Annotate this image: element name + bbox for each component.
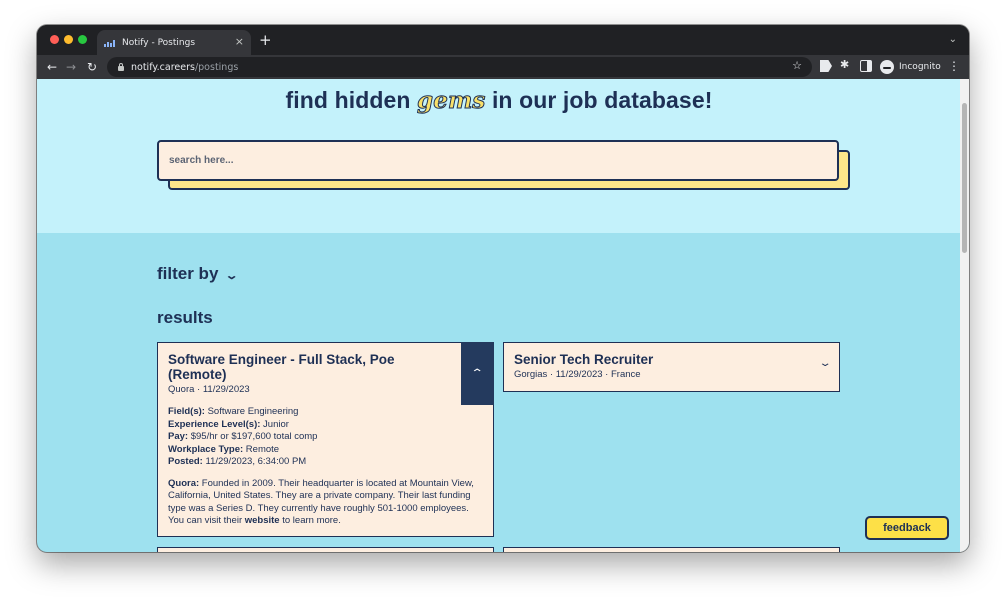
window-close-button[interactable] — [50, 35, 59, 44]
browser-menu-icon[interactable]: ⋮ — [948, 59, 960, 73]
url-domain: notify.careers — [131, 61, 195, 73]
headline-highlight-gems: gems — [417, 87, 486, 115]
job-meta: Quora · 11/29/2023 — [168, 384, 250, 395]
incognito-icon — [880, 60, 894, 74]
chevron-down-icon[interactable]: ⌄ — [818, 358, 831, 369]
browser-window: Notify - Postings × + ⌄ ← → ↻ notify.car… — [37, 25, 969, 552]
tab-title: Notify - Postings — [122, 37, 196, 48]
tab-strip: Notify - Postings × + ⌄ — [37, 25, 969, 55]
results-section: filter by ⌄ results Software Engineer - … — [37, 233, 969, 552]
page-headline: find hidden gems in our job database! — [37, 87, 961, 115]
detail-row: Posted: 11/29/2023, 6:34:00 PM — [168, 456, 483, 469]
search-input[interactable] — [157, 140, 839, 181]
detail-label: Field(s): — [168, 406, 205, 417]
tag-extension-icon[interactable] — [820, 60, 832, 72]
bookmark-star-icon[interactable]: ☆ — [792, 59, 802, 72]
window-maximize-button[interactable] — [78, 35, 87, 44]
incognito-profile-button[interactable]: Incognito — [880, 58, 941, 76]
job-card-software-engineer: Software Engineer - Full Stack, Poe (Rem… — [157, 342, 494, 537]
detail-value: Remote — [245, 443, 280, 455]
detail-value: $95/hr or $197,600 total comp — [190, 431, 318, 442]
forward-icon[interactable]: → — [62, 58, 80, 76]
job-card-next-right[interactable] — [503, 547, 840, 552]
results-heading: results — [157, 308, 213, 327]
headline-text-start: find hidden — [285, 87, 418, 113]
detail-value: Junior — [263, 418, 289, 430]
job-title: Software Engineer - Full Stack, Poe (Rem… — [168, 352, 395, 382]
company-label: Quora: — [168, 477, 200, 489]
filter-by-toggle[interactable]: filter by ⌄ — [157, 264, 239, 284]
feedback-button[interactable]: feedback — [865, 516, 949, 540]
side-panel-icon[interactable] — [860, 60, 872, 72]
window-minimize-button[interactable] — [64, 35, 73, 44]
tab-search-icon[interactable]: ⌄ — [949, 34, 957, 45]
address-bar[interactable]: notify.careers/postings ☆ — [107, 57, 812, 77]
company-website-link[interactable]: website — [245, 515, 280, 526]
browser-toolbar: ← → ↻ notify.careers/postings ☆ ✱ Incogn… — [37, 55, 969, 79]
incognito-label: Incognito — [899, 62, 941, 72]
company-description: Quora: Founded in 2009. Their headquarte… — [168, 478, 483, 528]
reload-icon[interactable]: ↻ — [83, 58, 101, 76]
notify-favicon-icon — [104, 39, 116, 47]
chevron-down-icon: ⌄ — [225, 269, 239, 282]
url-path: /postings — [194, 61, 239, 73]
detail-value: Software Engineering — [207, 406, 299, 417]
detail-label: Experience Level(s): — [168, 418, 261, 430]
job-card-senior-tech-recruiter[interactable]: Senior Tech Recruiter Gorgias · 11/29/20… — [503, 342, 840, 392]
detail-value: 11/29/2023, 6:34:00 PM — [205, 456, 307, 467]
detail-row: Experience Level(s): Junior — [168, 419, 483, 432]
job-title: Senior Tech Recruiter — [514, 352, 654, 367]
job-card-next-left[interactable] — [157, 547, 494, 552]
detail-row: Pay: $95/hr or $197,600 total comp — [168, 431, 483, 444]
page-viewport: find hidden gems in our job database! fi… — [37, 79, 969, 552]
detail-label: Workplace Type: — [168, 443, 244, 455]
new-tab-button[interactable]: + — [259, 32, 272, 48]
chevron-up-icon: ⌃ — [470, 368, 485, 379]
filter-by-label: filter by — [157, 264, 219, 283]
job-details: Field(s): Software Engineering Experienc… — [168, 406, 483, 469]
scrollbar-thumb[interactable] — [962, 103, 967, 253]
back-icon[interactable]: ← — [43, 58, 61, 76]
page-scrollbar[interactable] — [960, 79, 969, 552]
lock-icon[interactable] — [117, 63, 125, 71]
tab-notify-postings[interactable]: Notify - Postings × — [97, 30, 251, 55]
collapse-card-button[interactable]: ⌃ — [461, 342, 494, 405]
detail-label: Pay: — [168, 431, 189, 442]
detail-row: Field(s): Software Engineering — [168, 406, 483, 419]
headline-text-end: in our job database! — [485, 87, 713, 113]
hero-section: find hidden gems in our job database! — [37, 79, 969, 233]
detail-label: Posted: — [168, 456, 203, 467]
job-meta: Gorgias · 11/29/2023 · France — [514, 369, 641, 380]
detail-row: Workplace Type: Remote — [168, 444, 483, 457]
extensions-puzzle-icon[interactable]: ✱ — [840, 59, 852, 71]
tab-close-icon[interactable]: × — [235, 36, 244, 48]
company-text-tail: to learn more. — [282, 515, 341, 526]
